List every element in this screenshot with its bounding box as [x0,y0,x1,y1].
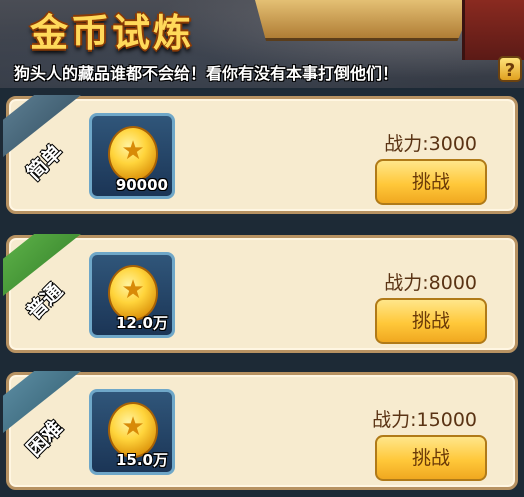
question-mark-icon: ? [504,60,516,81]
difficulty-label: 普通 [21,278,68,324]
reward-slot[interactable]: ★ 15.0万 [89,389,175,475]
header-banner-decoration [462,0,524,60]
help-button[interactable]: ? [498,56,522,82]
level-card-hard: 困难 ★ 15.0万 战力:15000 挑战 [3,371,518,490]
difficulty-label: 困难 [21,415,68,461]
level-card-normal: 普通 ★ 12.0万 战力:8000 挑战 [3,234,518,353]
power-requirement: 战力:15000 [372,409,477,431]
power-requirement: 战力:8000 [384,272,477,294]
reward-slot[interactable]: ★ 90000 [89,113,175,199]
reward-slot[interactable]: ★ 12.0万 [89,252,175,338]
challenge-button[interactable]: 挑战 [375,298,487,344]
header-signboard [255,0,475,41]
level-list: 简单 ★ 90000 战力:3000 挑战 普通 ★ 12.0万 战力:8000… [0,88,524,497]
reward-amount: 15.0万 [115,451,168,469]
challenge-button[interactable]: 挑战 [375,159,487,205]
power-requirement: 战力:3000 [384,133,477,155]
page-subtitle: 狗头人的藏品谁都不会给！看你有没有本事打倒他们！ [14,64,399,83]
reward-amount: 12.0万 [115,314,168,332]
reward-amount: 90000 [115,176,168,194]
challenge-button[interactable]: 挑战 [375,435,487,481]
difficulty-label: 简单 [21,139,68,185]
level-card-easy: 简单 ★ 90000 战力:3000 挑战 [3,95,518,214]
gold-coin-icon: ★ [108,126,158,182]
page-title: 金币试炼 [30,11,195,55]
